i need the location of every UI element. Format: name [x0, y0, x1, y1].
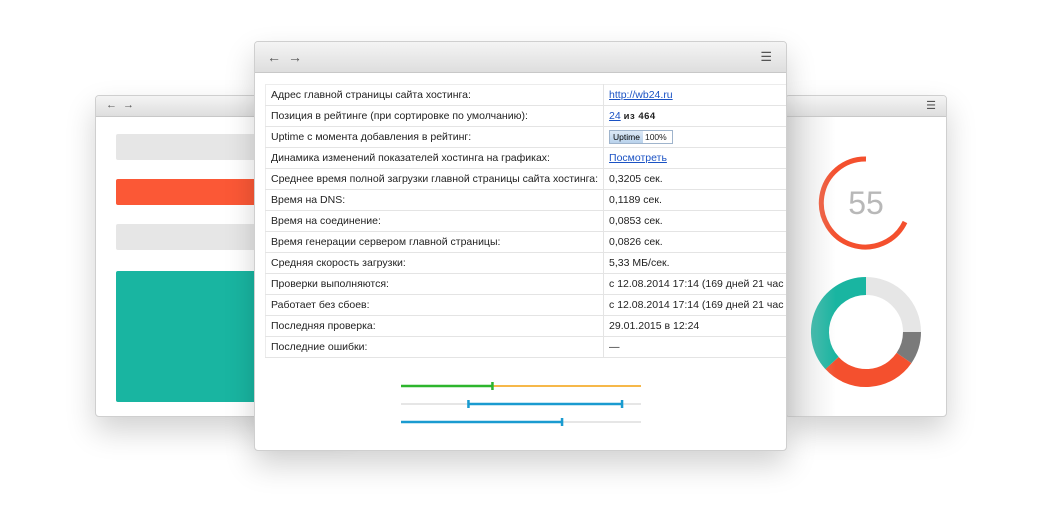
rank-link[interactable]: 24 [609, 110, 621, 122]
table-row: Время генерации сервером главной страниц… [265, 231, 786, 253]
table-row: Работает без сбоев: с 12.08.2014 17:14 (… [265, 294, 786, 316]
row-label: Динамика изменений показателей хостинга … [265, 147, 605, 169]
slider-handle[interactable] [620, 400, 624, 408]
row-value: 0,0853 сек. [603, 210, 786, 232]
table-row: Uptime с момента добавления в рейтинг: U… [265, 126, 786, 148]
table-row: Адрес главной страницы сайта хостинга: h… [265, 84, 786, 106]
row-value: — [603, 336, 786, 358]
table-row: Динамика изменений показателей хостинга … [265, 147, 786, 169]
row-label: Среднее время полной загрузки главной ст… [265, 168, 605, 190]
row-value: с 12.08.2014 17:14 (169 дней 21 час 2 ми… [603, 294, 786, 316]
hamburger-menu-icon[interactable]: ☰ [760, 49, 772, 65]
donut-segment-dark [896, 331, 922, 364]
right-browser-window: ☰ 55 [785, 95, 947, 417]
nav-arrows-icon[interactable]: ←→ [106, 99, 140, 111]
table-row: Среднее время полной загрузки главной ст… [265, 168, 786, 190]
row-label: Последние ошибки: [265, 336, 605, 358]
uptime-percent: 100% [644, 132, 667, 142]
slider-handle[interactable] [560, 418, 564, 426]
table-row: Последние ошибки: — [265, 336, 786, 358]
hosting-info-table: Адрес главной страницы сайта хостинга: h… [265, 84, 786, 358]
donut-segment-orange [825, 352, 912, 388]
slider-handle[interactable] [467, 400, 470, 408]
row-value: с 12.08.2014 17:14 (169 дней 21 час 2 ми… [603, 273, 786, 295]
row-label: Работает без сбоев: [265, 294, 605, 316]
uptime-bar-label: Uptime [610, 131, 643, 143]
hamburger-menu-icon[interactable]: ☰ [926, 99, 936, 112]
row-value: 0,1189 сек. [603, 189, 786, 211]
homepage-link[interactable]: http://wb24.ru [609, 89, 673, 101]
row-label: Позиция в рейтинге (при сортировке по ум… [265, 105, 605, 127]
row-value: 5,33 МБ/сек. [603, 252, 786, 274]
table-row: Последняя проверка: 29.01.2015 в 12:24 [265, 315, 786, 337]
row-label: Последняя проверка: [265, 315, 605, 337]
row-label: Время генерации сервером главной страниц… [265, 231, 605, 253]
row-value: 29.01.2015 в 12:24 [603, 315, 786, 337]
table-row: Позиция в рейтинге (при сортировке по ум… [265, 105, 786, 127]
slider-group [401, 382, 641, 426]
donut-segment-gray [865, 277, 921, 333]
main-window-titlebar: ←→ ☰ [255, 42, 786, 73]
row-value: 0,3205 сек. [603, 168, 786, 190]
main-browser-window: ←→ ☰ Адрес главной страницы сайта хостин… [254, 41, 787, 451]
right-window-titlebar: ☰ [786, 96, 946, 117]
row-label: Uptime с момента добавления в рейтинг: [265, 126, 605, 148]
row-label: Адрес главной страницы сайта хостинга: [265, 84, 605, 106]
table-row: Время на соединение: 0,0853 сек. [265, 210, 786, 232]
nav-arrows-icon[interactable]: ←→ [267, 49, 309, 65]
table-row: Проверки выполняются: с 12.08.2014 17:14… [265, 273, 786, 295]
rank-total: из 464 [623, 111, 656, 122]
row-value: 0,0826 сек. [603, 231, 786, 253]
row-label: Проверки выполняются: [265, 273, 605, 295]
table-row: Время на DNS: 0,1189 сек. [265, 189, 786, 211]
row-label: Средняя скорость загрузки: [265, 252, 605, 274]
slider-handle[interactable] [491, 382, 494, 390]
uptime-progress-bar: Uptime 100% [609, 130, 674, 144]
row-label: Время на соединение: [265, 210, 605, 232]
row-label: Время на DNS: [265, 189, 605, 211]
table-row: Средняя скорость загрузки: 5,33 МБ/сек. [265, 252, 786, 274]
view-charts-link[interactable]: Посмотреть [609, 152, 667, 164]
